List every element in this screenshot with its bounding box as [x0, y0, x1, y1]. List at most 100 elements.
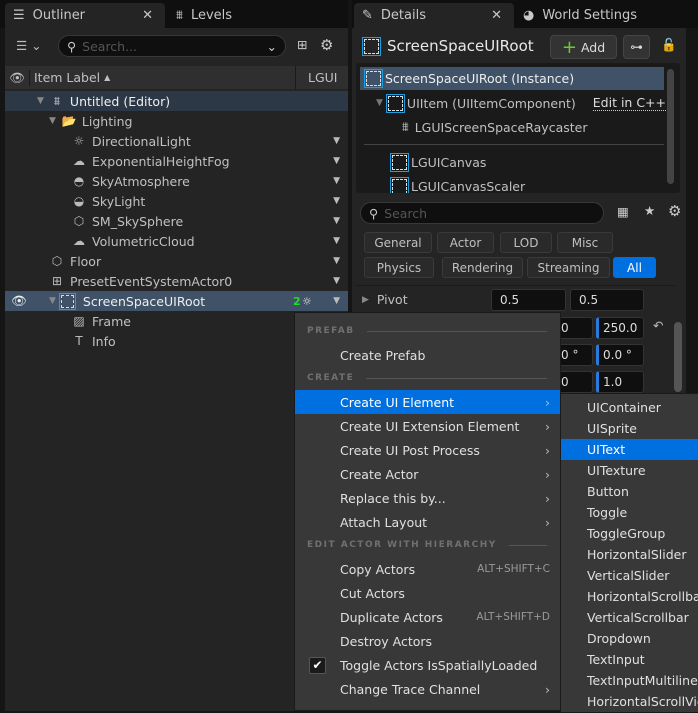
- table-view-icon[interactable]: ▦: [617, 204, 629, 219]
- tab-details[interactable]: ✎ Details ✕: [354, 3, 514, 28]
- submenu-item[interactable]: ToggleGroup: [561, 523, 698, 544]
- dropdown-arrow-icon[interactable]: ▼: [333, 196, 340, 206]
- outliner-row[interactable]: ☼ DirectionalLight ▼: [5, 131, 348, 151]
- dropdown-arrow-icon[interactable]: ▼: [333, 136, 340, 146]
- scrollbar[interactable]: [674, 322, 682, 392]
- tab-outliner[interactable]: ☰ Outliner ✕: [5, 3, 165, 28]
- filter-general[interactable]: General: [364, 232, 432, 253]
- component-row[interactable]: ▼ UIItem (UIItemComponent) Edit in C++: [376, 92, 666, 114]
- add-folder-icon[interactable]: ⊞: [297, 37, 307, 52]
- value-input[interactable]: 0.0 °: [596, 344, 644, 366]
- submenu-item[interactable]: Toggle: [561, 502, 698, 523]
- outliner-row[interactable]: ⊞ PresetEventSystemActor0 ▼: [5, 271, 348, 291]
- dropdown-arrow-icon[interactable]: ▼: [333, 176, 340, 186]
- outliner-row[interactable]: ⬡ Floor ▼: [5, 251, 348, 271]
- menu-item[interactable]: Create Actor ›: [295, 462, 560, 486]
- submenu-item[interactable]: VerticalScrollbar: [561, 607, 698, 628]
- menu-item[interactable]: Attach Layout ›: [295, 510, 560, 534]
- menu-item[interactable]: Cut Actors: [295, 581, 560, 605]
- filter-icon[interactable]: ☰ ⌄: [16, 38, 42, 53]
- submenu-item[interactable]: UITexture: [561, 460, 698, 481]
- outliner-row[interactable]: ⬡ SM_SkySphere ▼: [5, 211, 348, 231]
- menu-item[interactable]: Replace this by... ›: [295, 486, 560, 510]
- eye-icon[interactable]: 👁: [11, 293, 27, 309]
- dropdown-arrow-icon[interactable]: ▼: [333, 216, 340, 226]
- component-row[interactable]: ScreenSpaceUIRoot (Instance): [360, 67, 664, 90]
- submenu-item[interactable]: HorizontalScrollbar: [561, 586, 698, 607]
- submenu-item[interactable]: UIContainer: [561, 397, 698, 418]
- star-icon[interactable]: ★: [644, 203, 655, 218]
- menu-item[interactable]: Create UI Extension Element ›: [295, 414, 560, 438]
- header-lgui[interactable]: LGUI: [295, 66, 338, 89]
- lock-icon[interactable]: 🔓: [661, 37, 677, 53]
- add-component-button[interactable]: + Add: [550, 35, 617, 59]
- gear-icon[interactable]: ⚙: [320, 36, 333, 54]
- edit-in-cpp-link[interactable]: Edit in C++: [592, 95, 666, 111]
- menu-item[interactable]: Create UI Post Process ›: [295, 438, 560, 462]
- menu-item[interactable]: Change Trace Channel ›: [295, 677, 560, 701]
- outliner-row[interactable]: ◒ SkyLight ▼: [5, 191, 348, 211]
- submenu-item[interactable]: HorizontalSlider: [561, 544, 698, 565]
- gear-icon[interactable]: ⚙: [668, 202, 681, 220]
- menu-item[interactable]: ✔ Toggle Actors IsSpatiallyLoaded: [295, 653, 560, 677]
- header-item-label[interactable]: Item Label: [30, 70, 100, 85]
- submenu-item[interactable]: UIText: [561, 439, 698, 460]
- submenu-item[interactable]: VerticalSlider: [561, 565, 698, 586]
- outliner-search-input[interactable]: ⚲ Search... ⌄: [58, 35, 286, 57]
- outliner-row[interactable]: ▼ ⩩ Untitled (Editor): [5, 91, 348, 111]
- outliner-row[interactable]: ☁ ExponentialHeightFog ▼: [5, 151, 348, 171]
- value-input[interactable]: 1.0: [596, 371, 644, 393]
- dropdown-arrow-icon[interactable]: ▼: [333, 276, 340, 286]
- menu-item[interactable]: Destroy Actors: [295, 629, 560, 653]
- eye-icon[interactable]: 👁: [5, 69, 30, 86]
- filter-all[interactable]: All: [613, 257, 656, 278]
- submenu-item[interactable]: Dropdown: [561, 628, 698, 649]
- expand-arrow-icon[interactable]: ▼: [37, 96, 44, 106]
- pivot-x-input[interactable]: 0.5: [491, 289, 566, 311]
- pivot-y-input[interactable]: 0.5: [570, 289, 644, 311]
- outliner-row[interactable]: 👁 ▼ ScreenSpaceUIRoot 2 ☼ ▼: [5, 291, 348, 311]
- submenu-item[interactable]: TextInput: [561, 649, 698, 670]
- expand-arrow-icon[interactable]: ▼: [49, 116, 56, 126]
- dropdown-arrow-icon[interactable]: ▼: [333, 236, 340, 246]
- scrollbar[interactable]: [667, 69, 674, 184]
- component-row[interactable]: LGUICanvas: [390, 151, 486, 173]
- tab-levels[interactable]: ⩩ Levels: [168, 3, 288, 28]
- value-input[interactable]: 250.0: [596, 317, 644, 339]
- tab-world-settings[interactable]: ◕ World Settings: [515, 3, 665, 28]
- reset-icon[interactable]: ↶: [653, 318, 663, 333]
- expand-arrow-icon[interactable]: ▼: [49, 296, 56, 306]
- filter-streaming[interactable]: Streaming: [527, 257, 610, 278]
- close-icon[interactable]: ✕: [142, 8, 153, 23]
- filter-actor[interactable]: Actor: [437, 232, 494, 253]
- checkbox-checked-icon[interactable]: ✔: [309, 656, 326, 674]
- submenu-item[interactable]: UISprite: [561, 418, 698, 439]
- filter-misc[interactable]: Misc: [557, 232, 613, 253]
- folder-icon: 📂: [61, 114, 77, 128]
- outliner-row[interactable]: ☁ VolumetricCloud ▼: [5, 231, 348, 251]
- dropdown-arrow-icon[interactable]: ▼: [333, 156, 340, 166]
- expand-arrow-icon[interactable]: ▶: [362, 295, 369, 305]
- component-row[interactable]: ⩩ LGUIScreenSpaceRaycaster: [402, 116, 587, 138]
- expand-arrow-icon[interactable]: ▼: [376, 98, 383, 108]
- chevron-down-icon[interactable]: ⌄: [267, 39, 277, 54]
- component-row[interactable]: LGUICanvasScaler: [390, 175, 525, 193]
- filter-rendering[interactable]: Rendering: [442, 257, 523, 278]
- filter-lod[interactable]: LOD: [500, 232, 552, 253]
- menu-item[interactable]: Duplicate Actors ALT+SHIFT+D: [295, 605, 560, 629]
- blueprint-hierarchy-button[interactable]: ⊶: [623, 35, 650, 59]
- dropdown-arrow-icon[interactable]: ▼: [333, 296, 340, 306]
- menu-item[interactable]: Create UI Element ›: [295, 390, 560, 414]
- close-icon[interactable]: ✕: [491, 8, 502, 23]
- dropdown-arrow-icon[interactable]: ▼: [333, 256, 340, 266]
- menu-item[interactable]: Copy Actors ALT+SHIFT+C: [295, 557, 560, 581]
- details-search-input[interactable]: ⚲ Search: [360, 202, 604, 224]
- menu-item-create-prefab[interactable]: Create Prefab: [295, 343, 560, 367]
- outliner-row[interactable]: ◓ SkyAtmosphere ▼: [5, 171, 348, 191]
- outliner-row[interactable]: ▼ 📂 Lighting: [5, 111, 348, 131]
- submenu-item[interactable]: Button: [561, 481, 698, 502]
- submenu-item[interactable]: TextInputMultiline: [561, 670, 698, 691]
- component-label: LGUIScreenSpaceRaycaster: [414, 119, 588, 135]
- filter-physics[interactable]: Physics: [364, 257, 434, 278]
- submenu-item[interactable]: HorizontalScrollView: [561, 691, 698, 712]
